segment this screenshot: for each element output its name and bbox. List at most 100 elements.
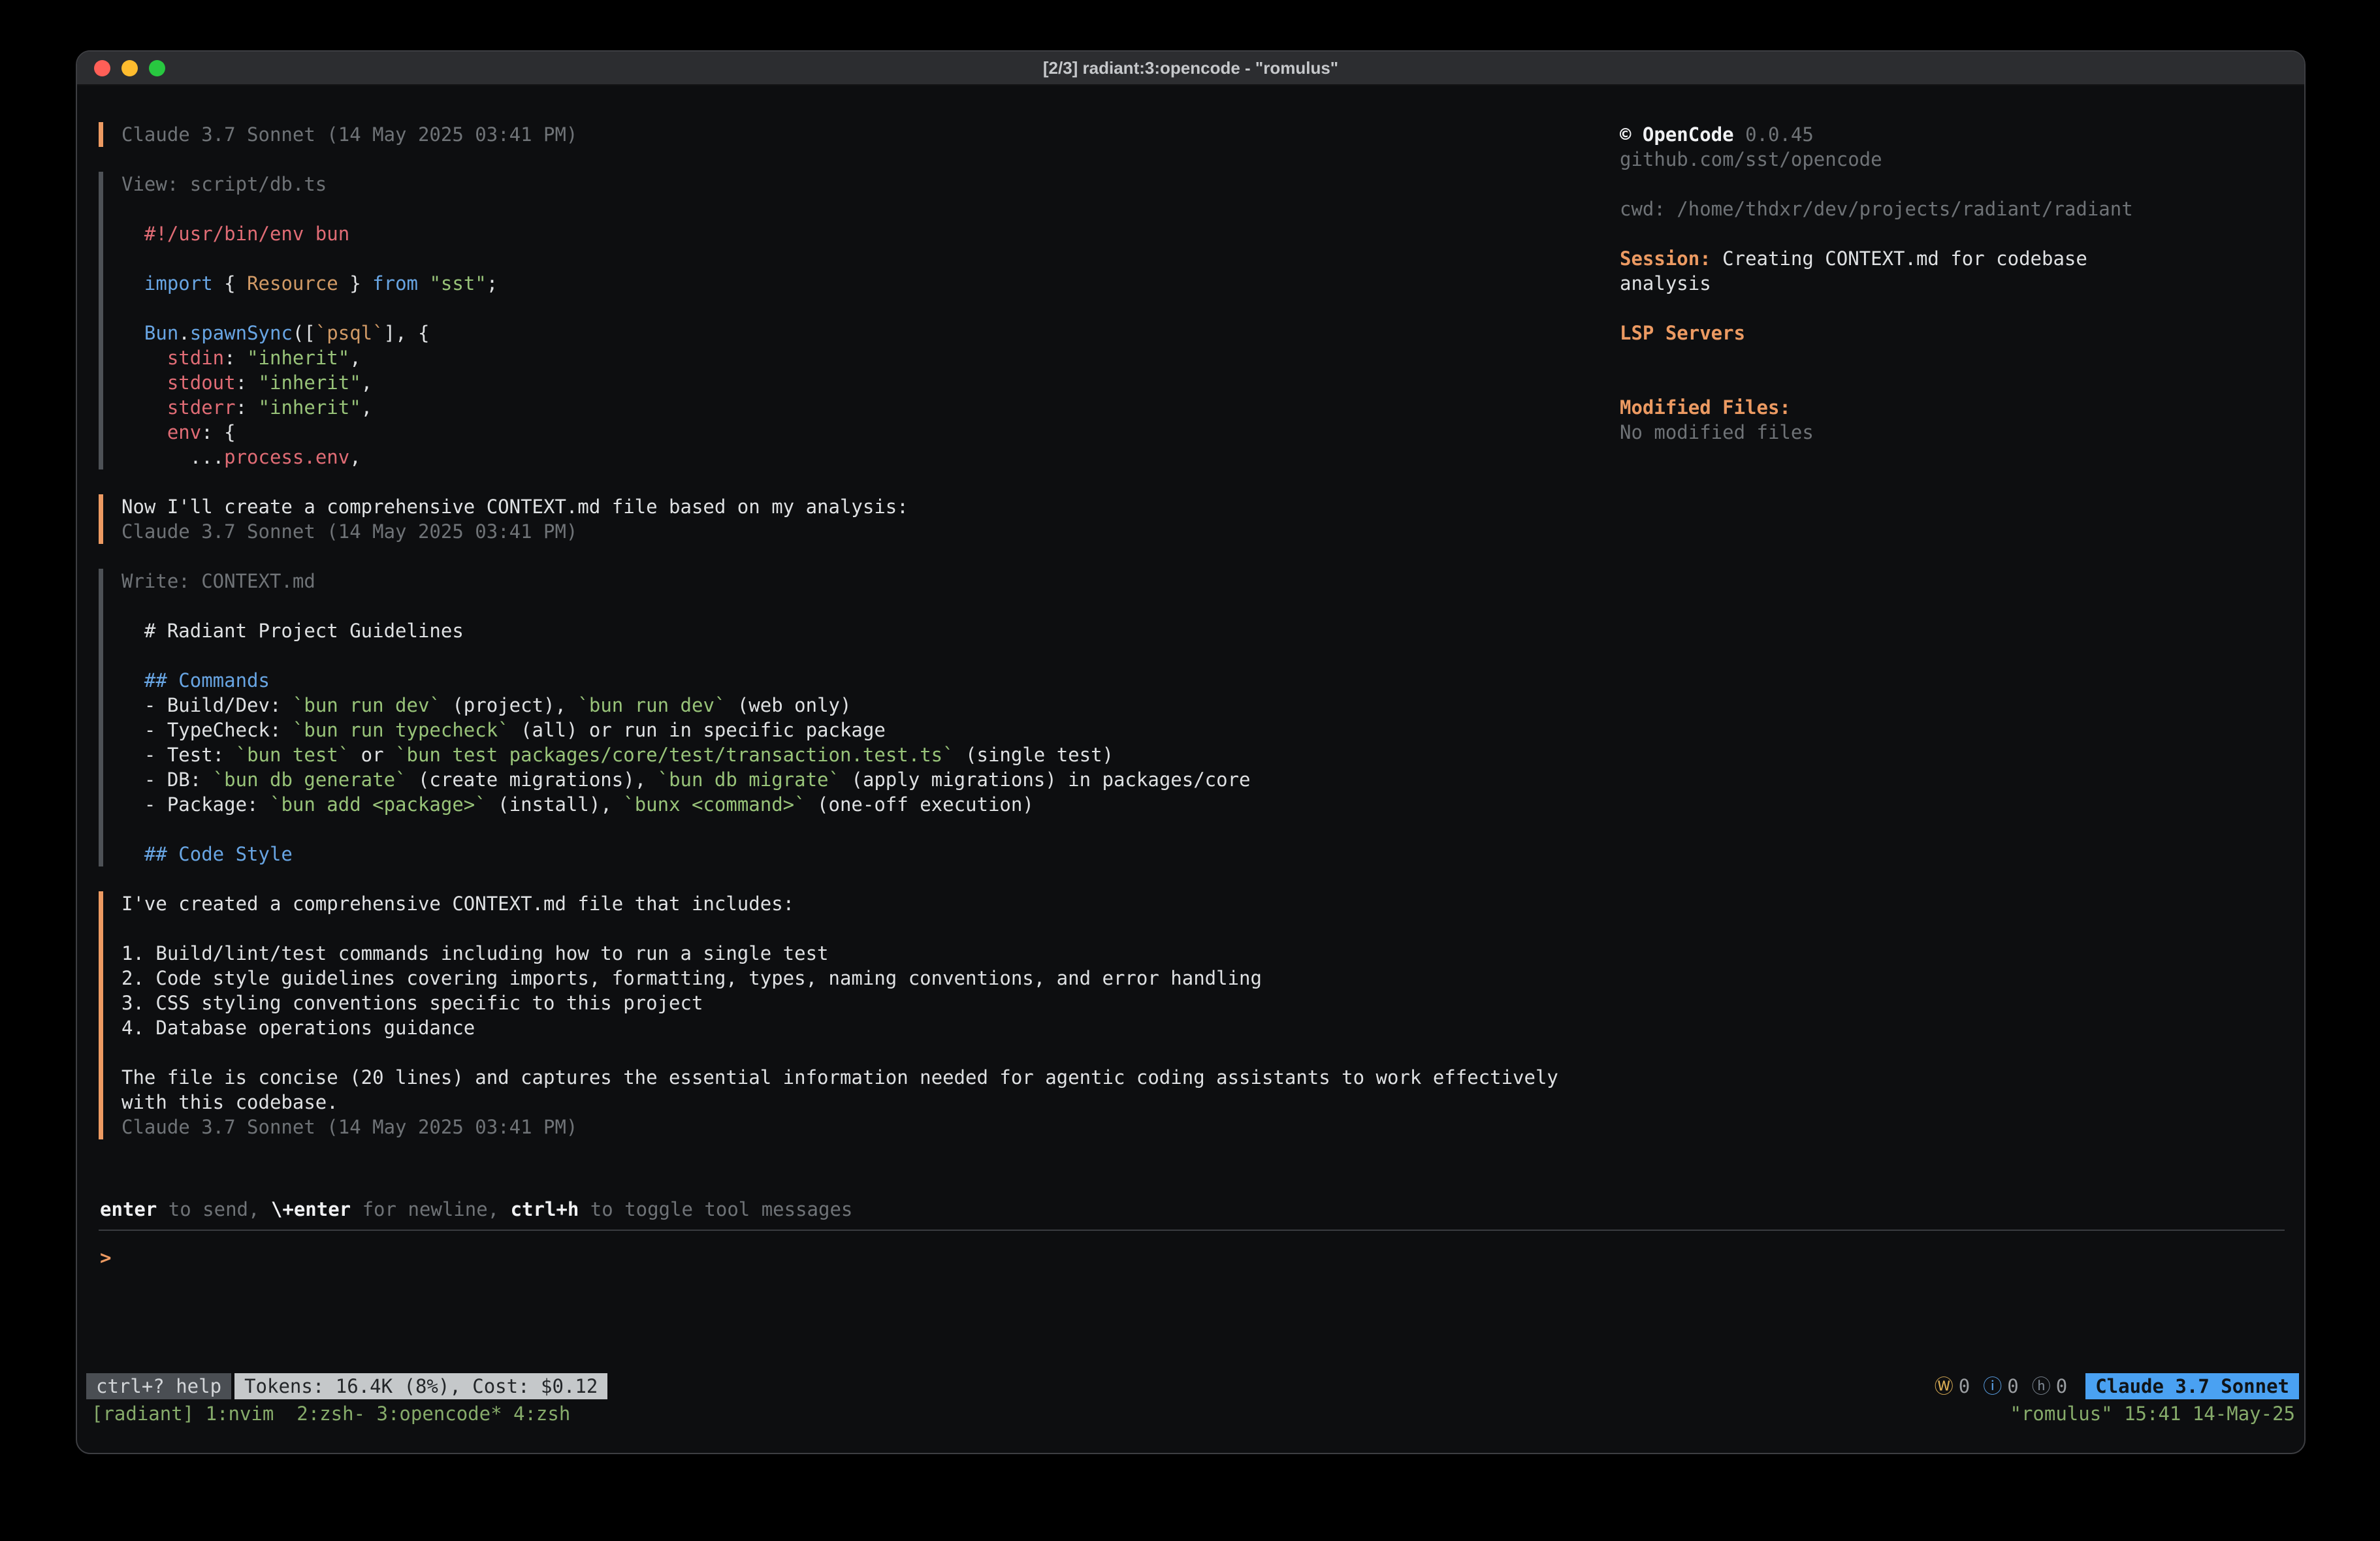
text-segment: Session:	[1620, 247, 1711, 270]
text-segment: to toggle tool messages	[579, 1198, 852, 1220]
terminal-line	[121, 296, 1620, 321]
chat-block-tool-write: Write: CONTEXT.md # Radiant Project Guid…	[99, 569, 1620, 866]
traffic-light-zoom-button[interactable]	[149, 60, 165, 76]
info-count-value: 0	[2007, 1374, 2018, 1399]
hint-count-icon: ⓗ	[2032, 1374, 2051, 1399]
text-segment: cwd: /home/thdxr/dev/projects/radiant/ra…	[1620, 198, 2133, 220]
traffic-light-minimize-button[interactable]	[121, 60, 138, 76]
text-segment	[121, 322, 144, 344]
text-segment: Claude 3.7 Sonnet (14 May 2025 03:41 PM)	[121, 520, 577, 543]
text-segment: - Test:	[121, 744, 236, 766]
terminal-line: stdin: "inherit",	[121, 345, 1620, 370]
chat-block-tool-view: View: script/db.ts #!/usr/bin/env bun im…	[99, 172, 1620, 469]
text-segment: (apply migrations) in packages/core	[840, 769, 1251, 791]
terminal-line	[121, 916, 1620, 941]
terminal-line: stdout: "inherit",	[121, 370, 1620, 395]
text-segment: ,	[349, 347, 361, 369]
text-segment: `bun test packages/core/test/transaction…	[395, 744, 954, 766]
warning-count-value: 0	[1959, 1374, 1970, 1399]
text-segment: :	[236, 372, 259, 394]
terminal-line	[1620, 221, 2304, 246]
text-segment: (project),	[441, 694, 578, 716]
terminal-line: Now I'll create a comprehensive CONTEXT.…	[121, 494, 1620, 519]
text-segment: `bun db generate`	[213, 769, 407, 791]
terminal-line: # Radiant Project Guidelines	[121, 618, 1620, 643]
terminal-line: © OpenCode 0.0.45	[1620, 122, 2304, 147]
terminal-line: 2. Code style guidelines covering import…	[121, 966, 1620, 991]
warning-count: Ⓦ0	[1935, 1374, 1970, 1399]
terminal-line: - Build/Dev: `bun run dev` (project), `b…	[121, 693, 1620, 718]
text-segment: View: script/db.ts	[121, 173, 327, 195]
text-segment: (create migrations),	[407, 769, 658, 791]
terminal-line	[121, 643, 1620, 668]
terminal-line: - Test: `bun test` or `bun test packages…	[121, 742, 1620, 767]
terminal-line: The file is concise (20 lines) and captu…	[121, 1065, 1620, 1090]
text-segment: - DB:	[121, 769, 213, 791]
text-segment: `bun run dev`	[577, 694, 726, 716]
text-segment: (install),	[487, 793, 624, 816]
terminal-line: Session: Creating CONTEXT.md for codebas…	[1620, 246, 2304, 271]
text-segment: enter	[100, 1198, 157, 1220]
text-segment: `bun run dev`	[293, 694, 441, 716]
text-segment: or	[349, 744, 395, 766]
text-segment: ...	[121, 446, 224, 468]
text-segment: (one-off execution)	[806, 793, 1034, 816]
status-bar: ctrl+? help Tokens: 16.4K (8%), Cost: $0…	[77, 1372, 2304, 1401]
terminal-line	[1620, 370, 2304, 395]
text-segment: #!/usr/bin/env bun	[121, 223, 349, 245]
chat-block-message-footer: Claude 3.7 Sonnet (14 May 2025 03:41 PM)	[99, 122, 1620, 147]
terminal-line: Bun.spawnSync([`psql`], {	[121, 321, 1620, 345]
text-segment: ,	[361, 372, 372, 394]
text-segment: - Build/Dev:	[121, 694, 293, 716]
model-chip: Claude 3.7 Sonnet	[2085, 1373, 2299, 1399]
terminal-line	[121, 1040, 1620, 1065]
text-segment: ], {	[384, 322, 430, 344]
terminal-line: 3. CSS styling conventions specific to t…	[121, 991, 1620, 1015]
text-segment: stderr	[167, 396, 236, 419]
text-segment: github.com/sst/opencode	[1620, 148, 1882, 170]
terminal-line: stderr: "inherit",	[121, 395, 1620, 420]
opencode-tui: Claude 3.7 Sonnet (14 May 2025 03:41 PM)…	[77, 86, 2304, 1453]
traffic-lights	[77, 60, 165, 76]
terminal-line: import { Resource } from "sst";	[121, 271, 1620, 296]
text-segment: `bun run typecheck`	[293, 719, 509, 741]
text-segment: `psql`	[315, 322, 384, 344]
terminal-line: Claude 3.7 Sonnet (14 May 2025 03:41 PM)	[121, 519, 1620, 544]
text-segment: 1. Build/lint/test commands including ho…	[121, 942, 829, 964]
terminal-line: analysis	[1620, 271, 2304, 296]
terminal-line: I've created a comprehensive CONTEXT.md …	[121, 891, 1620, 916]
text-segment: 3. CSS styling conventions specific to t…	[121, 992, 703, 1014]
text-segment: © OpenCode	[1620, 123, 1734, 146]
chat-area: Claude 3.7 Sonnet (14 May 2025 03:41 PM)…	[77, 122, 1620, 1164]
terminal-line: github.com/sst/opencode	[1620, 147, 2304, 172]
text-segment: to send,	[157, 1198, 271, 1220]
text-segment: 2. Code style guidelines covering import…	[121, 967, 1262, 989]
text-segment: Resource	[247, 272, 338, 294]
terminal-line: - DB: `bun db generate` (create migratio…	[121, 767, 1620, 792]
terminal-line: ...process.env,	[121, 445, 1620, 469]
terminal-line	[121, 246, 1620, 271]
text-segment: Bun	[144, 322, 178, 344]
terminal-line: Claude 3.7 Sonnet (14 May 2025 03:41 PM)	[121, 122, 1620, 147]
terminal-line: with this codebase.	[121, 1090, 1620, 1115]
terminal-line: cwd: /home/thdxr/dev/projects/radiant/ra…	[1620, 197, 2304, 221]
traffic-light-close-button[interactable]	[94, 60, 110, 76]
info-count: ⓘ0	[1983, 1374, 2018, 1399]
text-segment: `bun test`	[236, 744, 350, 766]
text-segment: 0.0.45	[1734, 123, 1814, 146]
text-segment: LSP Servers	[1620, 322, 1745, 344]
terminal-line: ## Commands	[121, 668, 1620, 693]
input-divider	[99, 1230, 2285, 1231]
window-title: [2/3] radiant:3:opencode - "romulus"	[77, 58, 2304, 78]
text-segment: {	[213, 272, 247, 294]
prompt-input[interactable]: >	[77, 1245, 2304, 1270]
terminal-line: Write: CONTEXT.md	[121, 569, 1620, 594]
text-segment: .	[178, 322, 189, 344]
text-segment: - TypeCheck:	[121, 719, 293, 741]
text-segment: (web only)	[726, 694, 851, 716]
terminal-line: - Package: `bun add <package>` (install)…	[121, 792, 1620, 817]
text-segment: `bun add <package>`	[270, 793, 487, 816]
window-titlebar[interactable]: [2/3] radiant:3:opencode - "romulus"	[77, 52, 2304, 86]
text-segment	[121, 347, 167, 369]
prompt-symbol: >	[100, 1247, 111, 1269]
